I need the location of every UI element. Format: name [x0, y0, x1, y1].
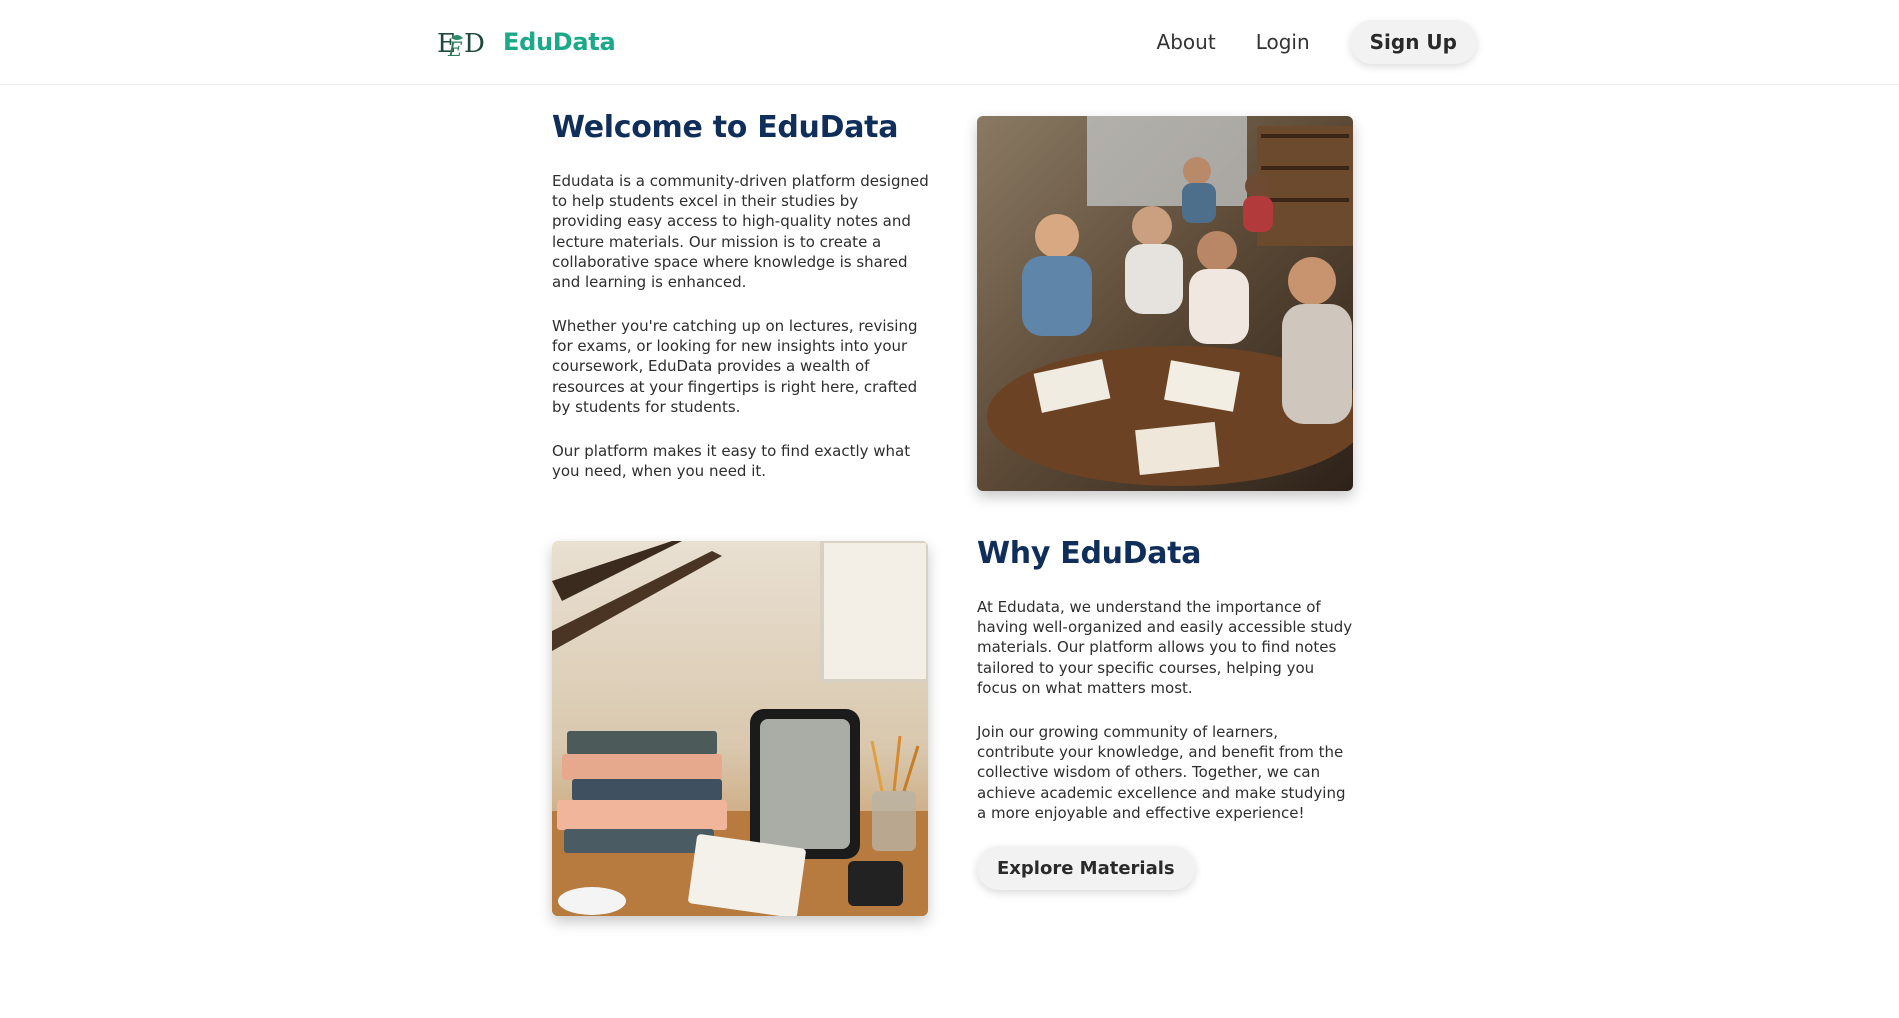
welcome-paragraph-2: Whether you're catching up on lectures, … — [552, 317, 918, 416]
welcome-paragraph-1: Edudata is a community-driven platform d… — [552, 172, 929, 292]
sign-up-button[interactable]: Sign Up — [1349, 20, 1477, 64]
welcome-paragraph-3: Our platform makes it easy to find exact… — [552, 442, 911, 481]
top-navbar: E E D EduData About Login Sign Up — [0, 0, 1899, 85]
brand[interactable]: E E D EduData — [437, 24, 616, 60]
edudata-logo-icon: E E D — [437, 29, 485, 60]
why-title: Why EduData — [977, 536, 1202, 571]
why-paragraph-2: Join our growing community of learners, … — [977, 723, 1346, 822]
welcome-title: Welcome to EduData — [552, 110, 899, 145]
desk-books-tablet-photo — [552, 541, 928, 916]
brand-name: EduData — [503, 28, 616, 56]
desk-photo-illustration — [552, 541, 928, 916]
nav-links: About Login Sign Up — [1157, 20, 1477, 64]
nav-link-about[interactable]: About — [1157, 30, 1216, 54]
nav-link-login[interactable]: Login — [1256, 30, 1310, 54]
explore-materials-button[interactable]: Explore Materials — [977, 846, 1195, 890]
students-photo-illustration — [977, 116, 1353, 491]
students-studying-photo — [977, 116, 1353, 491]
svg-text:D: D — [464, 29, 485, 59]
why-paragraph-1: At Edudata, we understand the importance… — [977, 598, 1353, 697]
svg-text:E: E — [447, 37, 463, 60]
